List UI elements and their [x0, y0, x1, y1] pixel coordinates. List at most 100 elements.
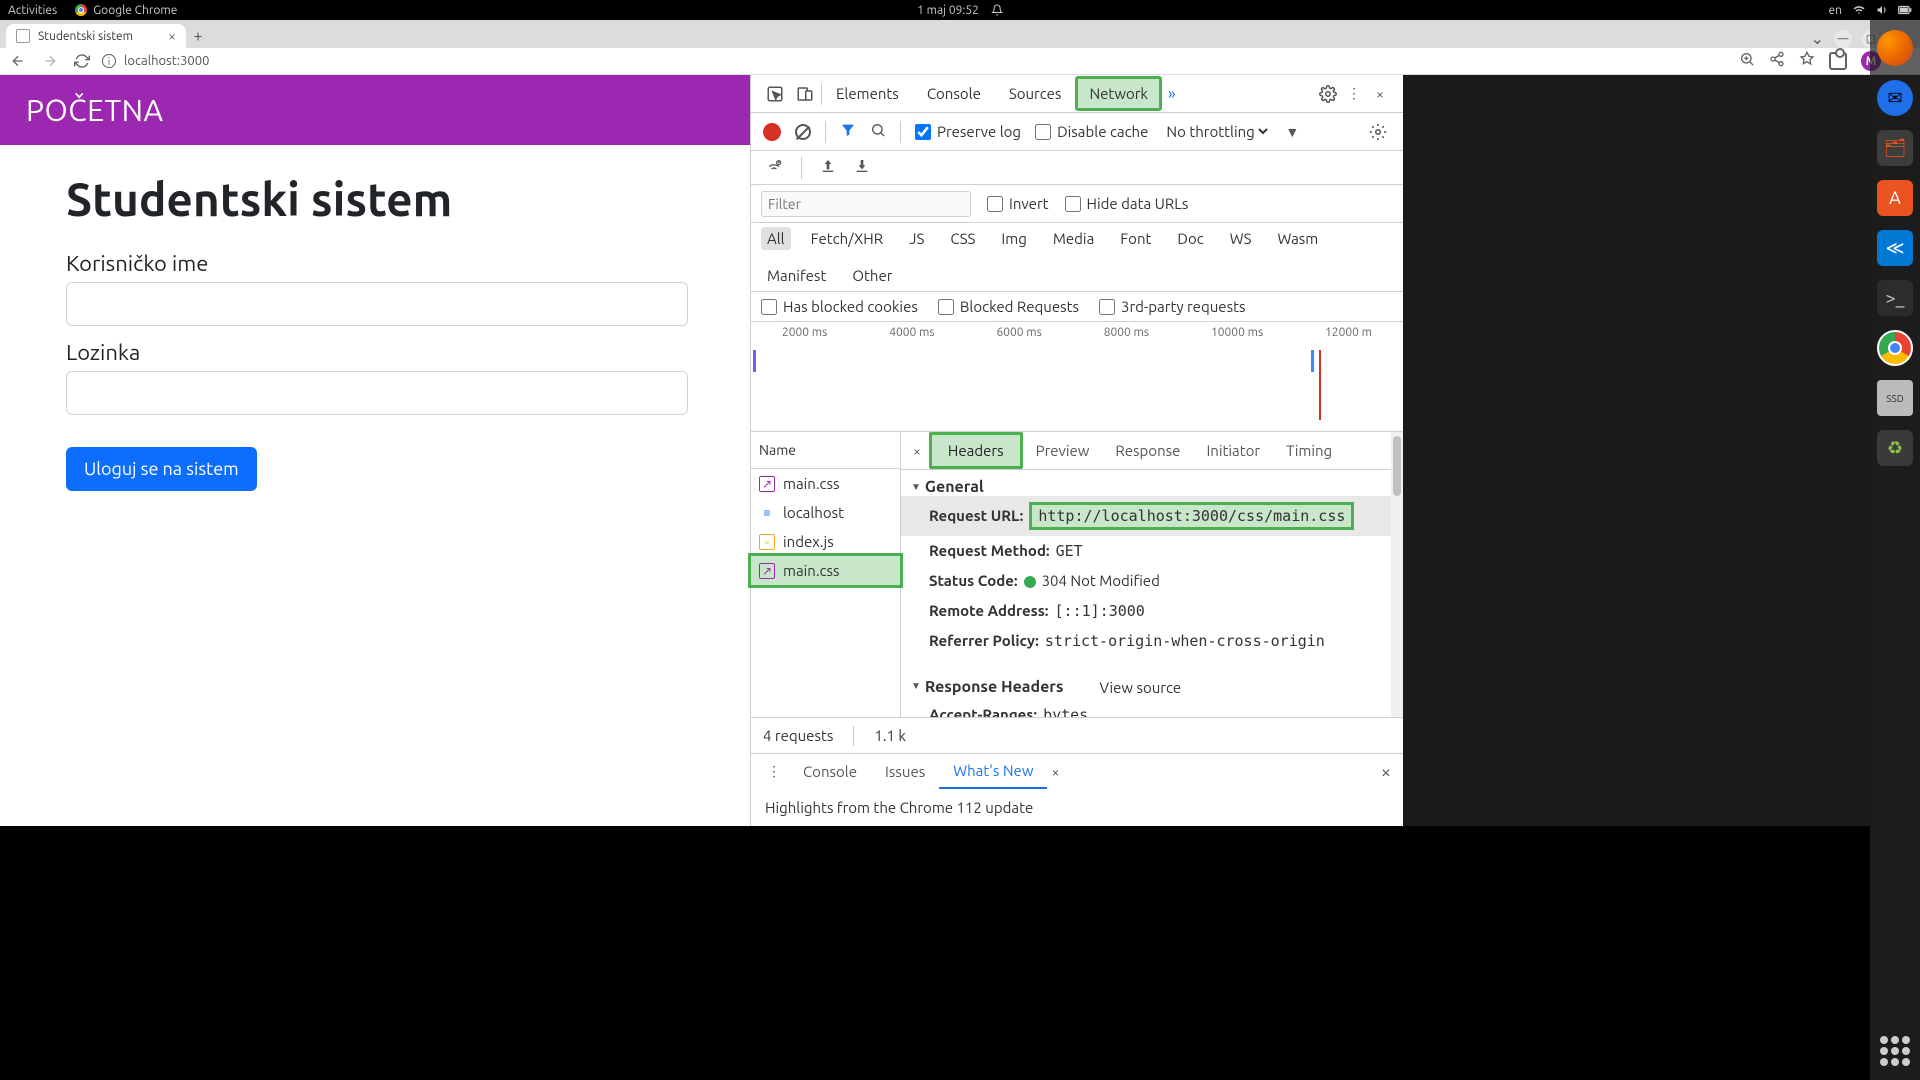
gear-icon[interactable]	[1315, 81, 1341, 107]
third-party-checkbox[interactable]: 3rd-party requests	[1099, 298, 1245, 315]
network-conditions-icon[interactable]	[765, 158, 783, 177]
close-tab-icon[interactable]: ×	[168, 28, 176, 44]
type-js[interactable]: JS	[903, 227, 930, 250]
clear-button[interactable]	[795, 124, 811, 140]
wifi-icon[interactable]	[1852, 4, 1866, 16]
close-details-icon[interactable]: ×	[905, 435, 929, 467]
ubuntu-software-icon[interactable]: A	[1877, 180, 1913, 216]
request-row[interactable]: ≡localhost	[751, 498, 900, 527]
request-list: Name ↗main.css ≡localhost ▫index.js ↗mai…	[751, 432, 901, 717]
disable-cache-checkbox[interactable]: Disable cache	[1035, 123, 1148, 140]
terminal-icon[interactable]: >_	[1877, 280, 1913, 316]
filter-toggle-icon[interactable]	[840, 122, 856, 142]
type-doc[interactable]: Doc	[1171, 227, 1209, 250]
type-css[interactable]: CSS	[944, 227, 981, 250]
close-drawer-icon[interactable]: ×	[1377, 762, 1395, 782]
thunderbird-icon[interactable]: ✉	[1877, 80, 1913, 116]
network-timeline[interactable]: 2000 ms 4000 ms 6000 ms 8000 ms 10000 ms…	[751, 322, 1403, 432]
has-blocked-cookies-checkbox[interactable]: Has blocked cookies	[761, 298, 918, 315]
throttling-select[interactable]: No throttling	[1162, 122, 1271, 141]
network-settings-gear-icon[interactable]	[1365, 119, 1391, 145]
forward-button[interactable]	[38, 49, 62, 73]
back-button[interactable]	[6, 49, 30, 73]
drawer-tab-console[interactable]: Console	[789, 755, 871, 788]
device-toggle-icon[interactable]	[791, 80, 819, 108]
trash-icon[interactable]: ♻	[1877, 430, 1913, 466]
type-ws[interactable]: WS	[1224, 227, 1258, 250]
clock[interactable]: 1 maj 09:52	[917, 4, 979, 17]
record-button[interactable]	[763, 123, 781, 141]
login-button[interactable]: Uloguj se na sistem	[66, 447, 257, 491]
type-media[interactable]: Media	[1047, 227, 1100, 250]
type-other[interactable]: Other	[846, 264, 898, 287]
username-input[interactable]	[66, 282, 688, 326]
firefox-icon[interactable]	[1877, 30, 1913, 66]
tab-elements[interactable]: Elements	[822, 76, 913, 111]
hide-data-urls-checkbox[interactable]: Hide data URLs	[1065, 195, 1189, 212]
chrome-dock-icon[interactable]	[1877, 330, 1913, 366]
request-url-value[interactable]: http://localhost:3000/css/main.css	[1029, 502, 1354, 530]
filter-input[interactable]	[761, 191, 971, 217]
detail-tab-response[interactable]: Response	[1102, 432, 1193, 469]
close-devtools-icon[interactable]: ×	[1367, 81, 1393, 107]
reload-button[interactable]	[70, 49, 94, 73]
detail-tab-headers[interactable]: Headers	[929, 432, 1023, 469]
chevron-down-icon[interactable]: ⌄	[1811, 29, 1824, 48]
request-list-header[interactable]: Name	[751, 432, 900, 469]
request-row[interactable]: ▫index.js	[751, 527, 900, 556]
bookmark-star-icon[interactable]	[1799, 51, 1815, 71]
show-applications-icon[interactable]	[1880, 1036, 1910, 1066]
nav-title[interactable]: POČETNA	[26, 93, 164, 127]
vscode-icon[interactable]: ≪	[1877, 230, 1913, 266]
more-tabs-icon[interactable]: »	[1162, 85, 1182, 103]
keyboard-layout-indicator[interactable]: en	[1829, 4, 1842, 17]
whats-new-headline: Highlights from the Chrome 112 update	[765, 799, 1033, 816]
close-drawer-tab-icon[interactable]: ×	[1047, 764, 1063, 780]
drawer-tab-whatsnew[interactable]: What's New	[939, 754, 1047, 789]
address-bar[interactable]: i localhost:3000	[102, 54, 209, 68]
view-source-link[interactable]: View source	[1099, 679, 1181, 696]
search-icon[interactable]	[870, 122, 886, 141]
type-fetchxhr[interactable]: Fetch/XHR	[805, 227, 889, 250]
scrollbar[interactable]	[1391, 432, 1403, 717]
files-icon[interactable]: 🗂	[1877, 130, 1913, 166]
detail-tab-preview[interactable]: Preview	[1023, 432, 1103, 469]
tab-console[interactable]: Console	[913, 76, 995, 111]
tab-sources[interactable]: Sources	[995, 76, 1076, 111]
current-app-indicator[interactable]: Google Chrome	[75, 4, 177, 17]
kebab-menu-icon[interactable]: ⋮	[1341, 81, 1367, 107]
request-row-selected[interactable]: ↗main.css	[748, 553, 903, 588]
battery-icon[interactable]	[1898, 5, 1912, 15]
detail-tab-initiator[interactable]: Initiator	[1193, 432, 1273, 469]
inspect-element-icon[interactable]	[761, 80, 789, 108]
request-row[interactable]: ↗main.css	[751, 469, 900, 498]
extensions-icon[interactable]	[1829, 52, 1847, 70]
browser-tab[interactable]: Studentski sistem ×	[6, 24, 186, 48]
download-har-icon[interactable]	[854, 158, 870, 177]
response-headers-heading[interactable]: Response Headers View source	[911, 672, 1393, 700]
share-icon[interactable]	[1769, 51, 1785, 71]
type-all[interactable]: All	[761, 227, 791, 250]
document-file-icon: ≡	[759, 505, 775, 521]
disk-icon[interactable]: SSD	[1877, 380, 1913, 416]
detail-tab-timing[interactable]: Timing	[1273, 432, 1345, 469]
type-img[interactable]: Img	[995, 227, 1032, 250]
activities-button[interactable]: Activities	[8, 4, 57, 17]
type-manifest[interactable]: Manifest	[761, 264, 832, 287]
drawer-tab-issues[interactable]: Issues	[871, 755, 939, 788]
general-heading[interactable]: General	[911, 478, 1393, 496]
type-wasm[interactable]: Wasm	[1272, 227, 1325, 250]
sound-icon[interactable]	[1876, 4, 1888, 16]
tab-network[interactable]: Network	[1075, 76, 1162, 111]
drawer-menu-icon[interactable]: ⋮	[759, 763, 789, 780]
type-font[interactable]: Font	[1114, 227, 1157, 250]
blocked-requests-checkbox[interactable]: Blocked Requests	[938, 298, 1079, 315]
minimize-button[interactable]: —	[1834, 30, 1852, 48]
new-tab-button[interactable]: +	[186, 24, 210, 48]
invert-checkbox[interactable]: Invert	[987, 195, 1049, 212]
password-input[interactable]	[66, 371, 688, 415]
preserve-log-checkbox[interactable]: Preserve log	[915, 123, 1021, 140]
zoom-icon[interactable]	[1739, 51, 1755, 71]
site-info-icon[interactable]: i	[102, 54, 116, 68]
upload-har-icon[interactable]	[820, 158, 836, 177]
